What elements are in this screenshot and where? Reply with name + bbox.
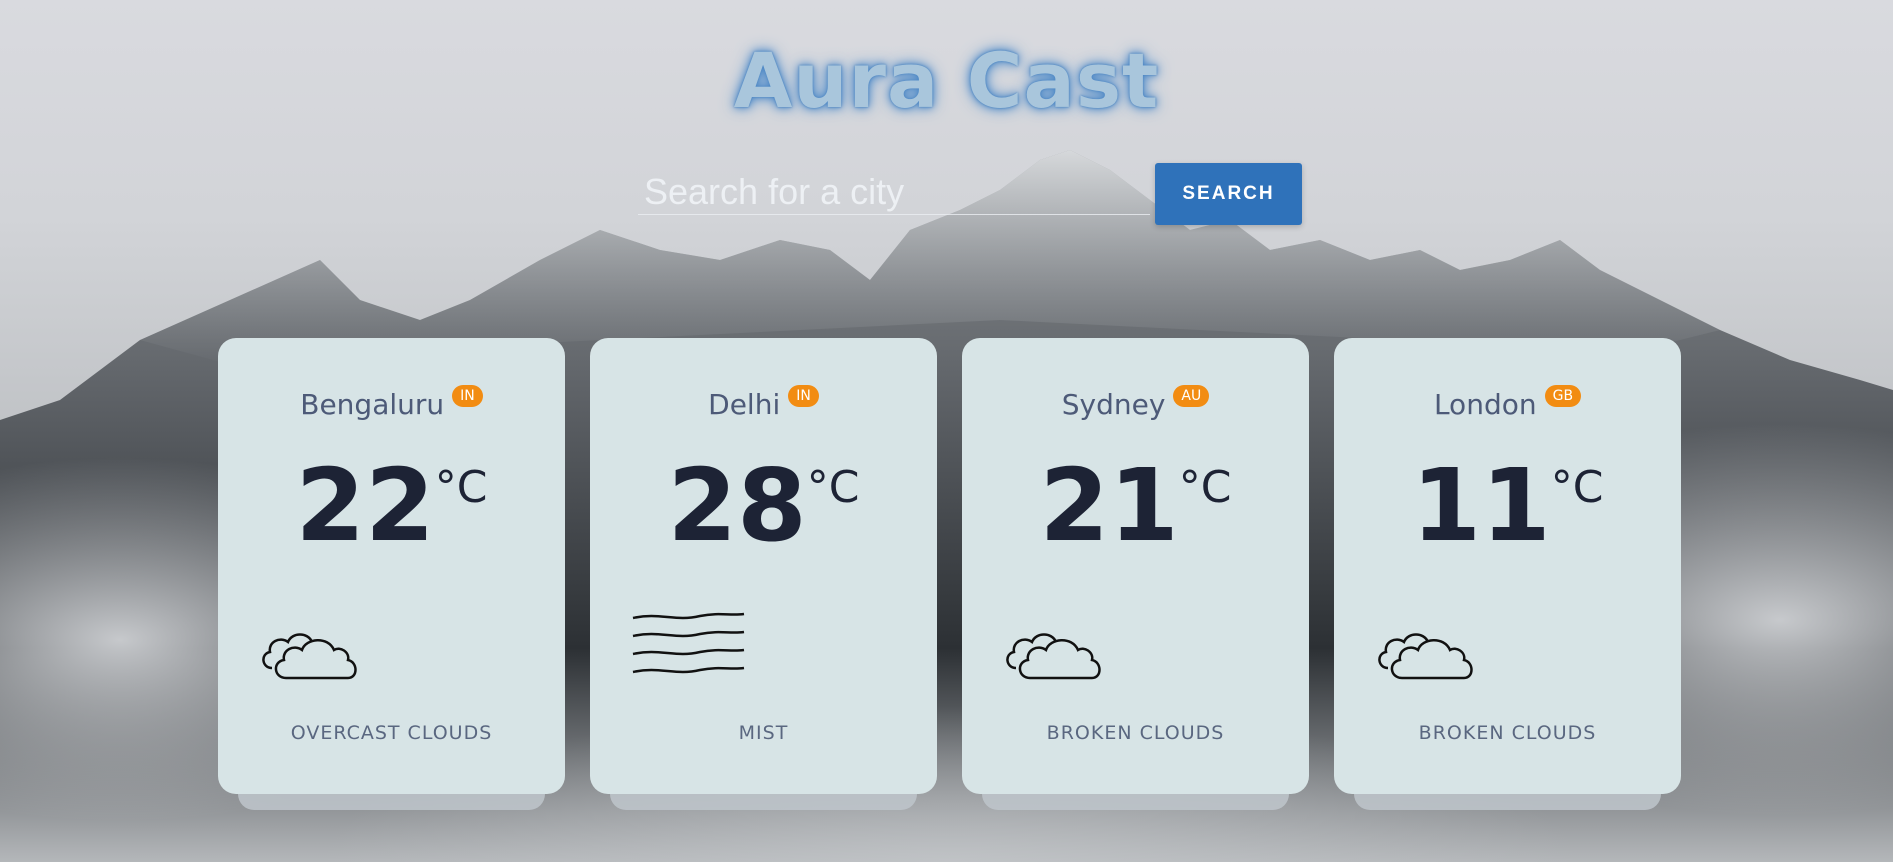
- temperature-value: 28: [667, 447, 807, 564]
- city-name: London: [1433, 388, 1537, 421]
- country-badge: GB: [1544, 385, 1582, 407]
- temperature-value: 21: [1039, 447, 1179, 564]
- search-input[interactable]: [638, 169, 1150, 215]
- country-badge: IN: [788, 385, 819, 407]
- weather-card-london: London GB 11°C BROKEN CLOUDS: [1334, 338, 1681, 810]
- country-badge: IN: [452, 385, 483, 407]
- weather-description: BROKEN CLOUDS: [1418, 722, 1597, 744]
- city-name: Delhi: [708, 388, 781, 421]
- weather-description: MIST: [738, 722, 789, 744]
- temperature-unit: °C: [1550, 462, 1604, 513]
- temperature-unit: °C: [434, 462, 488, 513]
- weather-card-bengaluru: Bengaluru IN 22°C OVERCAST CLOUDS: [218, 338, 565, 810]
- search-bar: SEARCH: [638, 163, 1302, 225]
- city-row: Delhi IN: [590, 385, 937, 421]
- clouds-icon: [1006, 633, 1101, 680]
- card-body: London GB 11°C BROKEN CLOUDS: [1334, 338, 1681, 794]
- card-body: Sydney AU 21°C BROKEN CLOUDS: [962, 338, 1309, 794]
- temperature-value: 11: [1411, 447, 1551, 564]
- city-row: London GB: [1334, 385, 1681, 421]
- temperature-value: 22: [295, 447, 435, 564]
- clouds-icon: [1378, 633, 1473, 680]
- clouds-icon: [262, 633, 357, 680]
- city-row: Bengaluru IN: [218, 385, 565, 421]
- temperature-row: 21°C: [962, 456, 1309, 556]
- app-title: Aura Cast: [733, 36, 1160, 125]
- weather-card-sydney: Sydney AU 21°C BROKEN CLOUDS: [962, 338, 1309, 810]
- temperature-row: 11°C: [1334, 456, 1681, 556]
- weather-description: BROKEN CLOUDS: [1046, 722, 1225, 744]
- temperature-row: 22°C: [218, 456, 565, 556]
- temperature-unit: °C: [806, 462, 860, 513]
- weather-card-delhi: Delhi IN 28°C MIST: [590, 338, 937, 810]
- city-name: Bengaluru: [300, 388, 445, 421]
- card-body: Delhi IN 28°C MIST: [590, 338, 937, 794]
- country-badge: AU: [1173, 385, 1210, 407]
- weather-description: OVERCAST CLOUDS: [290, 722, 493, 744]
- city-name: Sydney: [1061, 388, 1166, 421]
- city-row: Sydney AU: [962, 385, 1309, 421]
- search-button[interactable]: SEARCH: [1155, 163, 1302, 225]
- mist-icon: [632, 612, 745, 674]
- temperature-unit: °C: [1178, 462, 1232, 513]
- card-body: Bengaluru IN 22°C OVERCAST CLOUDS: [218, 338, 565, 794]
- temperature-row: 28°C: [590, 456, 937, 556]
